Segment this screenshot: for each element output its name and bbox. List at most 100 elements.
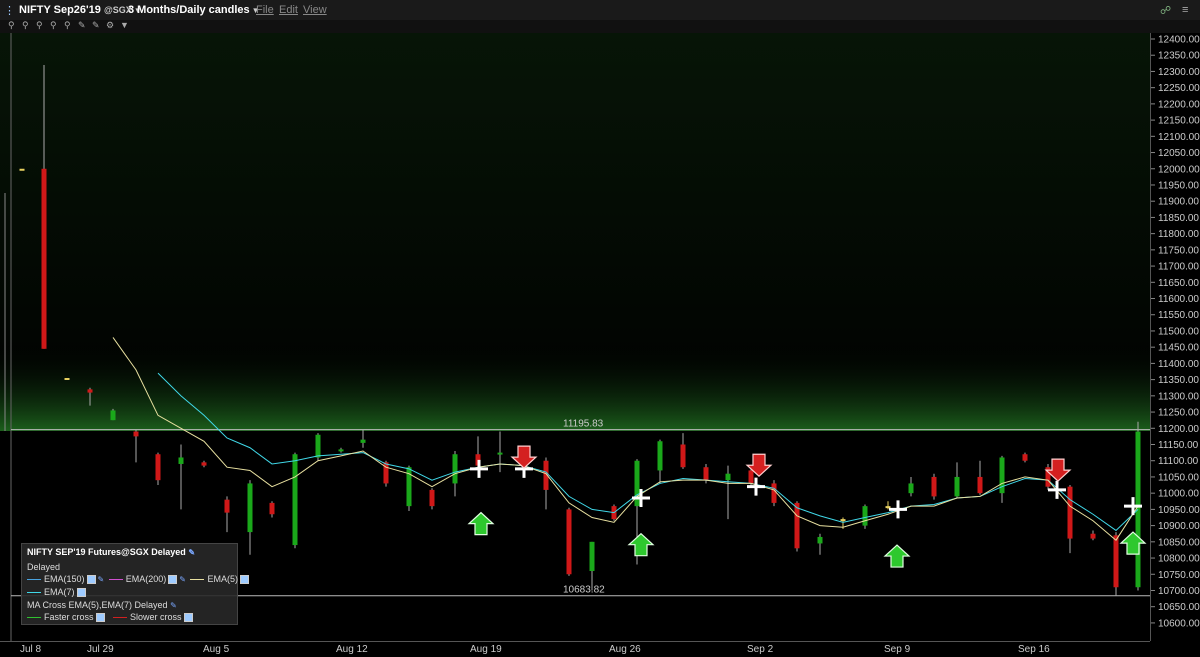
symbol-label: NIFTY Sep26'19 [19,4,101,16]
candle-body [224,499,230,513]
candle [110,408,116,421]
ema7-label: EMA(7) [44,587,75,597]
price-label: 12200.00 [1158,99,1200,110]
price-label: 12250.00 [1158,83,1200,94]
menu-file[interactable]: File [256,4,274,16]
candle [155,452,161,486]
pan-icon[interactable]: ⚲ [22,20,29,31]
date-label: Aug 26 [609,644,641,655]
ema5-swatch [190,579,205,581]
candle [1045,463,1051,490]
candle-body [771,483,777,503]
chevron-down-icon[interactable]: ▼ [120,20,129,30]
crosshair-icon[interactable]: ⚲ [50,20,57,31]
candle-body [703,467,709,481]
price-label: 11050.00 [1158,472,1199,483]
candle-body [178,457,184,464]
edit-icon[interactable]: ✎ [179,575,186,584]
ema5-checkbox[interactable] [239,575,249,585]
more-options-icon[interactable]: ≡ [1182,4,1188,16]
slower-checkbox[interactable] [183,613,193,623]
price-label: 12350.00 [1158,51,1200,62]
edit-icon[interactable]: ✎ [98,575,105,584]
faster-swatch [27,617,41,619]
edit-icon[interactable]: ✎ [170,601,177,610]
date-label: Jul 8 [20,644,42,655]
link-chain-icon[interactable]: ☍ [1160,4,1171,17]
legend-title: NIFTY SEP'19 Futures@SGX Delayed ✎ [27,547,196,557]
date-axis[interactable]: Jul 8 Jul 29 Aug 5 Aug 12 Aug 19 Aug 26 … [0,641,1150,657]
magnify-icon[interactable]: ⚲ [64,20,71,31]
menu-view[interactable]: View [303,4,327,16]
price-label: 10800.00 [1158,554,1200,565]
candle-body [680,444,686,468]
link-icon[interactable]: ⋮ [4,4,15,17]
ema200-checkbox[interactable] [168,575,178,585]
candle-body [1067,486,1073,539]
price-label: 11500.00 [1158,326,1199,337]
candle-body [1090,533,1096,539]
upper-level-label: 11195.83 [563,419,604,430]
measure-icon[interactable]: ✎ [92,20,100,31]
menu-edit[interactable]: Edit [279,4,298,16]
candle-body [589,541,595,572]
symbol-selector[interactable]: NIFTY Sep26'19 @SGX ▼ [19,4,142,16]
legend-cross-row: Faster cross Slower cross [27,612,195,623]
candle-body [657,441,663,471]
faster-label: Faster cross [44,612,94,622]
candle-body [133,431,139,437]
draw-icon[interactable]: ✎ [78,20,86,31]
timeframe-selector[interactable]: 3 Months/Daily candles ▼ [128,4,260,16]
ema7-checkbox[interactable] [76,588,86,598]
legend-ema-row: EMA(150) ✎ EMA(200) ✎ EMA(5) [27,574,251,585]
candle-body [840,519,846,522]
price-label: 12000.00 [1158,164,1200,175]
price-label: 11850.00 [1158,213,1199,224]
price-label: 11350.00 [1158,375,1199,386]
candle-body [908,483,914,494]
candle [19,168,25,171]
candle-body [429,489,435,507]
price-label: 11150.00 [1158,440,1199,451]
slower-label: Slower cross [130,612,182,622]
price-label: 11800.00 [1158,229,1199,240]
legend-cross-title: MA Cross EMA(5),EMA(7) Delayed ✎ [27,600,177,610]
zoom-in-icon[interactable]: ⚲ [8,20,15,31]
edit-icon[interactable]: ✎ [188,548,195,557]
price-label: 10700.00 [1158,586,1200,597]
candle-body [452,454,458,484]
lower-level-label: 10683.82 [563,585,605,596]
timeframe-label: 3 Months/Daily candles [128,4,250,16]
price-label: 12050.00 [1158,148,1200,159]
candle [566,507,572,576]
candle-body [566,509,572,575]
date-label: Sep 9 [884,644,911,655]
indicator-legend[interactable]: NIFTY SEP'19 Futures@SGX Delayed ✎ Delay… [21,543,249,625]
price-label: 11550.00 [1158,310,1199,321]
candle-body [1022,454,1028,461]
candle-body [247,483,253,533]
faster-checkbox[interactable] [95,613,105,623]
candle-body [725,473,731,481]
ema150-label: EMA(150) [44,574,85,584]
price-label: 10750.00 [1158,570,1200,581]
price-label: 11400.00 [1158,359,1199,370]
price-label: 11000.00 [1158,489,1199,500]
ema150-checkbox[interactable] [86,575,96,585]
zoom-out-icon[interactable]: ⚲ [36,20,43,31]
price-label: 11300.00 [1158,391,1199,402]
date-label: Aug 12 [336,644,368,655]
candle-body [269,502,275,515]
candle-body [110,410,116,421]
candle-body [817,536,823,544]
ema7-swatch [27,592,41,594]
settings-icon[interactable]: ⚙ [106,20,114,31]
candle [1113,532,1119,596]
price-label: 10950.00 [1158,505,1200,516]
price-label: 10900.00 [1158,521,1200,532]
price-axis[interactable]: 12400.00 12350.00 12300.00 12250.00 12200.00… [1150,33,1200,641]
ema150-swatch [27,579,41,581]
candle-body [748,470,754,484]
legend-status: Delayed [27,562,61,572]
price-label: 11200.00 [1158,424,1199,435]
